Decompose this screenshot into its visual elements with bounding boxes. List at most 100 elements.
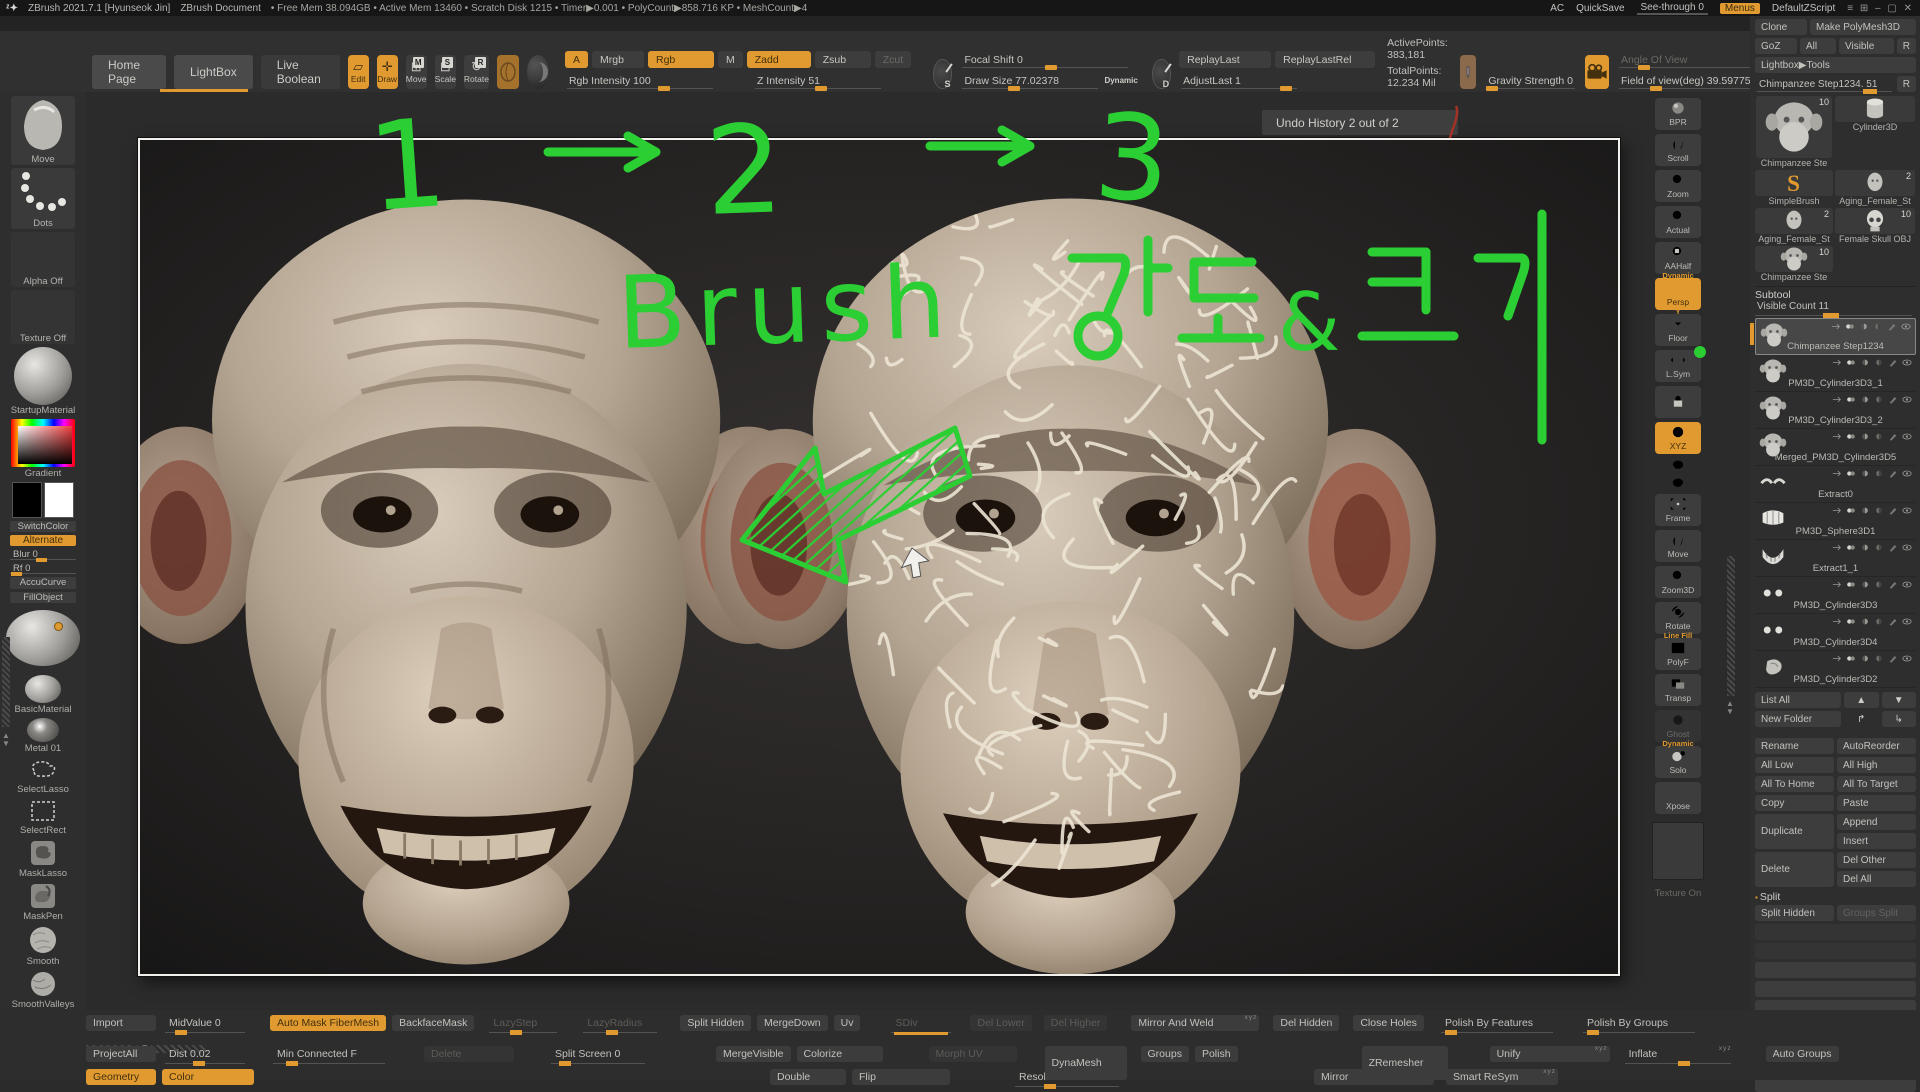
subtool-item[interactable]: Merged_PM3D_Cylinder3D5 xyxy=(1755,429,1916,466)
edit-button[interactable]: ▱Edit xyxy=(348,55,369,89)
lightbox-button[interactable]: LightBox xyxy=(174,55,253,89)
current-brush[interactable]: Move xyxy=(11,96,75,165)
tray-divider-arrows[interactable]: ▲▼ xyxy=(2,732,10,748)
shelf-button[interactable]: Dynamic Persp xyxy=(1655,278,1701,310)
r-button-1[interactable]: R xyxy=(1897,38,1916,54)
bottom-control[interactable]: DynaMesh xyxy=(1045,1046,1127,1080)
bottom-control[interactable]: Dist 0.02 xyxy=(162,1046,248,1062)
metal-material-thumb[interactable] xyxy=(27,718,59,742)
move-down-button[interactable]: ▼ xyxy=(1882,692,1917,708)
folder-move-button[interactable]: ↳ xyxy=(1882,711,1917,727)
bottom-control[interactable]: Auto Mask FiberMesh xyxy=(270,1015,386,1031)
subtool-action-button[interactable]: Paste xyxy=(1837,795,1916,811)
blur-slider[interactable]: Blur 0 xyxy=(10,549,76,560)
bottom-control[interactable]: SDiv xyxy=(888,1015,954,1031)
subtool-action-button[interactable]: Copy xyxy=(1755,795,1834,811)
stroke-preview[interactable] xyxy=(527,55,549,89)
folder-redo-icon[interactable]: ↱ xyxy=(1844,711,1879,727)
tool-thumbnail[interactable]: 10 Chimpanzee Ste xyxy=(1755,246,1833,282)
bottom-control[interactable]: Smart ReSym xyz xyxy=(1446,1069,1558,1085)
bottom-control[interactable]: Groups xyxy=(1141,1046,1189,1062)
bottom-control[interactable]: MidValue 0 xyxy=(162,1015,248,1031)
shelf-button[interactable]: BPR xyxy=(1655,98,1701,130)
bottom-control[interactable]: Geometry xyxy=(86,1069,156,1085)
tool-thumbnail[interactable]: 10 Chimpanzee Ste xyxy=(1755,96,1833,168)
bottom-control[interactable]: Min Connected F xyxy=(270,1046,388,1062)
split-action-button[interactable] xyxy=(1755,981,1916,997)
rotate-button[interactable]: R↻Rotate xyxy=(464,55,489,89)
a-toggle[interactable]: A xyxy=(565,51,588,68)
list-all-button[interactable]: List All xyxy=(1755,692,1841,708)
angle-of-view-button[interactable] xyxy=(1585,55,1609,89)
rf-slider[interactable]: Rf 0 xyxy=(10,563,76,574)
texture-slot[interactable]: Texture Off xyxy=(11,290,75,345)
dynamic-label[interactable]: Dynamic xyxy=(1104,76,1137,85)
startup-material[interactable]: StartupMaterial xyxy=(11,347,75,416)
insert-button[interactable]: Insert xyxy=(1837,833,1916,849)
draw-size-slider[interactable]: Draw Size 77.02378 xyxy=(960,72,1100,89)
current-tool-slider[interactable]: Chimpanzee Step1234. 51 xyxy=(1755,76,1894,92)
shelf-button[interactable]: Transp xyxy=(1655,674,1701,706)
replay-last-rel-button[interactable]: ReplayLastRel xyxy=(1275,51,1375,68)
subtool-header[interactable]: Subtool xyxy=(1755,286,1916,301)
tool-thumbnail[interactable]: 2 Aging_Female_St xyxy=(1755,208,1833,244)
bottom-control[interactable]: MergeVisible xyxy=(716,1046,791,1062)
m-toggle[interactable]: M xyxy=(718,51,743,68)
bottom-control[interactable]: Uv xyxy=(834,1015,861,1031)
split-section-header[interactable]: Split xyxy=(1755,891,1916,903)
bottom-control[interactable]: Mirror And Weld xyz xyxy=(1131,1015,1259,1031)
brush-preview[interactable] xyxy=(497,55,519,89)
smooth-valleys-thumb[interactable] xyxy=(15,970,71,998)
rgb-intensity-slider[interactable]: Rgb Intensity 100 xyxy=(565,72,715,89)
shelf-button[interactable]: Line Fill PolyF xyxy=(1655,638,1701,670)
split-action-button[interactable] xyxy=(1755,924,1916,940)
move-button[interactable]: M⊞Move xyxy=(406,55,427,89)
shelf-button[interactable]: Dynamic Solo xyxy=(1655,746,1701,778)
replay-last-button[interactable]: ReplayLast xyxy=(1179,51,1271,68)
shelf-button[interactable]: AAHalf xyxy=(1655,242,1701,274)
bottom-control[interactable]: Flip xyxy=(852,1069,950,1085)
shelf-button[interactable]: Xpose xyxy=(1655,782,1701,814)
accucurve-button[interactable]: AccuCurve xyxy=(10,577,76,588)
visible-count-slider[interactable]: Visible Count 11 xyxy=(1755,301,1916,316)
shelf-button[interactable]: XYZ xyxy=(1655,422,1701,454)
bottom-control[interactable]: ZRemesher xyxy=(1362,1046,1448,1080)
r-button-2[interactable]: R xyxy=(1897,76,1916,92)
adjust-last-slider[interactable]: AdjustLast 1 xyxy=(1179,72,1299,89)
select-rect-thumb[interactable] xyxy=(15,798,71,824)
shelf-button[interactable]: L.Sym xyxy=(1655,350,1701,382)
bottom-control[interactable]: BackfaceMask xyxy=(392,1015,474,1031)
subtool-action-button[interactable]: AutoReorder xyxy=(1837,738,1916,754)
scale-button[interactable]: S⊡Scale xyxy=(435,55,456,89)
alpha-slot[interactable]: Alpha Off xyxy=(11,232,75,287)
subtool-item[interactable]: PM3D_Sphere3D1 xyxy=(1755,503,1916,540)
fillobject-button[interactable]: FillObject xyxy=(10,592,76,603)
bottom-control[interactable]: Morph UV xyxy=(929,1046,1017,1062)
subtool-item[interactable]: Extract1_1 xyxy=(1755,540,1916,577)
draw-button[interactable]: ✛Draw xyxy=(377,55,398,89)
new-folder-button[interactable]: New Folder xyxy=(1755,711,1841,727)
bottom-control[interactable]: Double xyxy=(770,1069,846,1085)
shelf-button[interactable]: Actual xyxy=(1655,206,1701,238)
window-controls[interactable]: ≡ ⊞ – ▢ ✕ xyxy=(1847,3,1914,14)
switch-color-button[interactable]: SwitchColor xyxy=(10,521,76,532)
select-lasso-thumb[interactable] xyxy=(15,757,71,783)
shelf-button[interactable]: Scroll xyxy=(1655,134,1701,166)
zadd-toggle[interactable]: Zadd xyxy=(747,51,811,68)
tool-thumbnail[interactable]: 2 Aging_Female_St xyxy=(1835,170,1915,206)
bottom-control[interactable]: MergeDown xyxy=(757,1015,828,1031)
bottom-control[interactable]: Polish By Groups xyxy=(1580,1015,1698,1031)
shelf-button[interactable]: Move xyxy=(1655,530,1701,562)
bottom-control[interactable]: LazyRadius xyxy=(580,1015,660,1031)
subtool-item[interactable]: PM3D_Cylinder3D4 xyxy=(1755,614,1916,651)
secondary-color-swatch[interactable] xyxy=(44,482,74,518)
document-canvas[interactable] xyxy=(138,138,1620,976)
bottom-control[interactable]: Del Lower xyxy=(970,1015,1031,1031)
tool-thumbnail[interactable]: 10 Female Skull OBJ xyxy=(1835,208,1915,244)
focal-shift-slider[interactable]: Focal Shift 0 xyxy=(960,51,1130,68)
rgb-toggle[interactable]: Rgb xyxy=(648,51,714,68)
groups-split-button[interactable]: Groups Split xyxy=(1837,905,1916,921)
subtool-item[interactable]: PM3D_Cylinder3D3_1 xyxy=(1755,355,1916,392)
home-page-button[interactable]: Home Page xyxy=(92,55,166,89)
texture-on-label[interactable]: Texture On xyxy=(1655,888,1701,899)
